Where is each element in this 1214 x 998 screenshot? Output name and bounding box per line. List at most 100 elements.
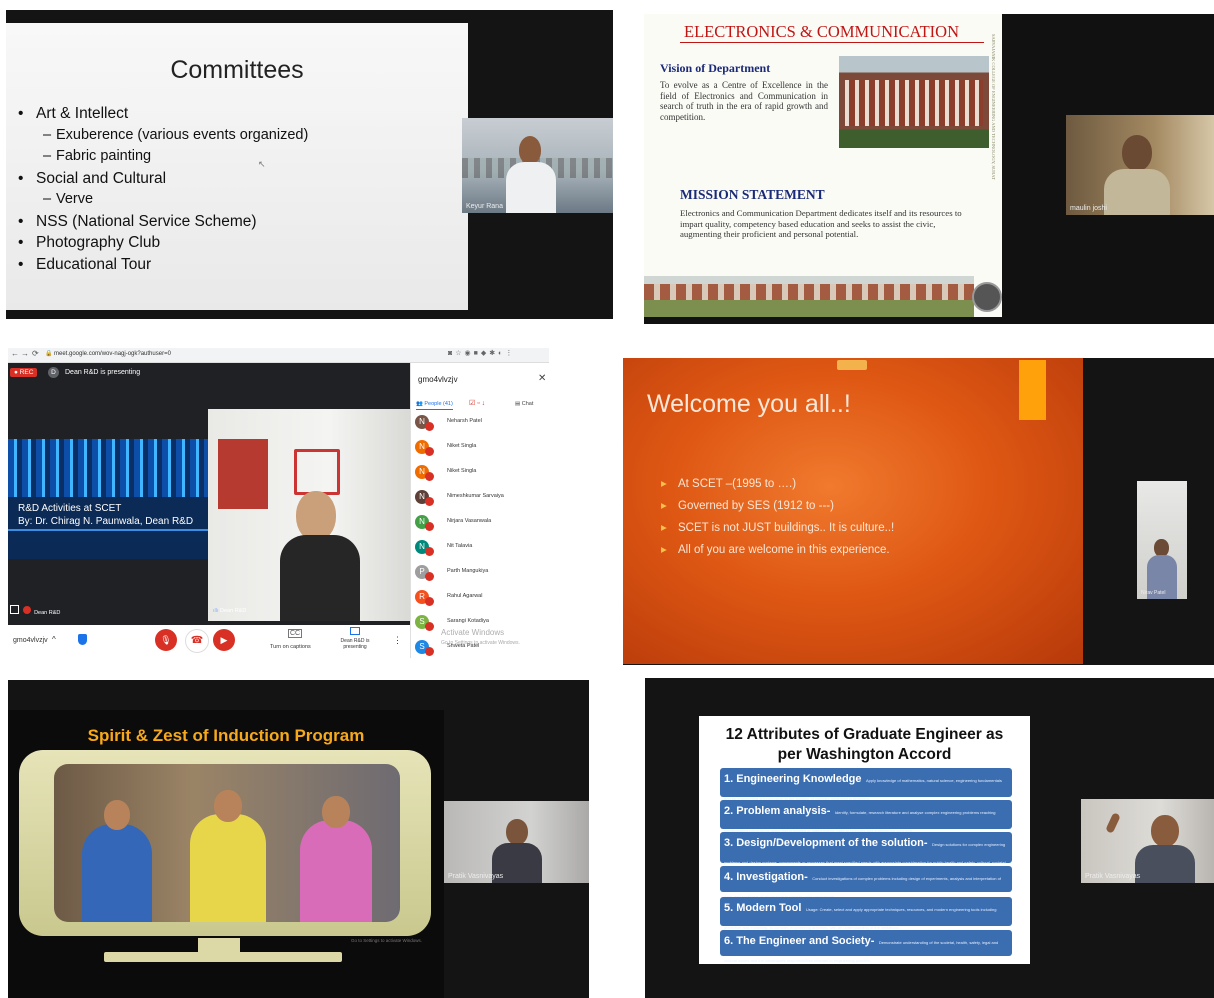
attribute-card: 2. Problem analysis- Identify, formulate… bbox=[720, 800, 1012, 833]
person-silhouette bbox=[519, 136, 541, 164]
shield-icon[interactable] bbox=[78, 634, 87, 645]
camera-off-button[interactable]: ▶ bbox=[213, 629, 235, 651]
participant-row[interactable]: P Parth Mangukiya bbox=[415, 563, 545, 587]
present-now-icon[interactable] bbox=[350, 627, 360, 635]
participant-video[interactable]: Pratik Vasnivayas bbox=[444, 801, 589, 883]
presenting-banner: Dean R&D is presenting bbox=[65, 369, 141, 376]
windows-watermark: Go to Settings to activate Windows. bbox=[351, 938, 423, 943]
participant-name: Niket Singla bbox=[447, 443, 477, 449]
movie-still-image bbox=[54, 764, 400, 922]
participant-name: Pratik Vasnivayas bbox=[1085, 873, 1141, 880]
mission-text: Electronics and Communication Department… bbox=[680, 208, 962, 239]
rec-badge: ● REC bbox=[10, 368, 38, 377]
bullet-item: SCET is not JUST buildings.. It is cultu… bbox=[678, 517, 894, 539]
browser-toolbar: ← → ⟳ 🔒 meet.google.com/wov-nagj-ogk?aut… bbox=[8, 348, 549, 363]
back-icon[interactable]: ← bbox=[11, 349, 19, 358]
mic-off-icon bbox=[22, 606, 31, 614]
participant-row[interactable]: R Rahul Agarwal bbox=[415, 588, 545, 612]
tile-left-label: Dean R&D bbox=[10, 605, 60, 616]
meeting-code[interactable]: gmo4vlvzjv bbox=[13, 637, 48, 644]
mission-heading: MISSION STATEMENT bbox=[680, 187, 825, 202]
tile-left-name: Dean R&D bbox=[34, 610, 61, 616]
mouse-cursor: ↖ bbox=[258, 159, 266, 169]
monitor-stand bbox=[198, 938, 240, 952]
slide-bullet-list: At SCET –(1995 to ….) Governed by SES (1… bbox=[678, 473, 894, 561]
mic-off-icon bbox=[425, 447, 434, 456]
screenshot-welcome: Welcome you all..! At SCET –(1995 to ….)… bbox=[623, 358, 1214, 665]
orange-accent-block bbox=[1019, 360, 1046, 420]
end-call-button[interactable]: ☎ bbox=[185, 629, 209, 653]
more-options-icon[interactable]: ⋮ bbox=[393, 635, 402, 646]
forward-icon[interactable]: → bbox=[21, 349, 29, 358]
slide-title: Committees bbox=[170, 56, 304, 84]
mic-off-icon bbox=[425, 597, 434, 606]
bullet-item: At SCET –(1995 to ….) bbox=[678, 473, 894, 495]
participant-video[interactable]: Keyur Rana bbox=[462, 118, 613, 213]
participant-row[interactable]: N Nit Talavia bbox=[415, 538, 545, 562]
bullet-item: NSS (National Service Scheme) bbox=[36, 211, 308, 233]
lock-icon: 🔒 bbox=[45, 351, 53, 357]
participant-row[interactable]: N Nirjara Vasanwala bbox=[415, 513, 545, 537]
audio-level-icon: ıllı bbox=[213, 608, 219, 614]
screenshot-attributes: 12 Attributes of Graduate Engineer as pe… bbox=[645, 678, 1214, 998]
attribute-heading: 6. The Engineer and Society- bbox=[724, 935, 875, 947]
college-building-image bbox=[839, 56, 989, 148]
monitor-base bbox=[104, 952, 342, 962]
rec-label: REC bbox=[19, 369, 34, 376]
slide-title-line2: per Washington Accord bbox=[777, 746, 952, 763]
attribute-card: 6. The Engineer and Society- Demonstrate… bbox=[720, 930, 1012, 963]
people-tab[interactable]: 👥 People (41) bbox=[416, 401, 453, 410]
chat-tab[interactable]: ▤ Chat bbox=[515, 401, 533, 407]
captions-button[interactable]: Turn on captions bbox=[270, 644, 311, 650]
participant-video[interactable]: Pratik Vasnivayas bbox=[1081, 799, 1214, 883]
college-logo bbox=[972, 282, 1002, 312]
attribute-card: 5. Modern Tool Usage: Create, select and… bbox=[720, 897, 1012, 930]
browser-extension-icons[interactable]: ◙☆◉■◆✱◐⋮ bbox=[448, 349, 515, 357]
attribute-card: 4. Investigation- Conduct investigations… bbox=[720, 866, 1012, 899]
participant-video[interactable]: Nirav Patel bbox=[1137, 481, 1187, 599]
mic-off-icon bbox=[425, 622, 434, 631]
chevron-up-icon[interactable]: ^ bbox=[52, 635, 56, 644]
presenter-avatar: D bbox=[48, 367, 59, 378]
vision-heading: Vision of Department bbox=[660, 61, 771, 75]
present-icon bbox=[10, 605, 19, 614]
participant-row[interactable]: N Niket Singla bbox=[415, 438, 545, 462]
people-tab-label: People (41) bbox=[424, 401, 453, 407]
bullet-item: Photography Club bbox=[36, 232, 308, 254]
shared-screen-tile[interactable]: R&D Activities at SCET By: Dr. Chirag N.… bbox=[8, 439, 208, 559]
bullet-item: Social and Cultural bbox=[36, 168, 308, 190]
participants-panel: gmo4vlvzjv ✕ 👥 People (41) ☑ ▫ ↓ ▤ Chat … bbox=[410, 363, 549, 658]
mic-off-icon bbox=[425, 497, 434, 506]
slide-bullet-list: Art & Intellect Exuberence (various even… bbox=[36, 103, 308, 275]
participant-name: Niket Singla bbox=[447, 468, 477, 474]
attribute-heading: 4. Investigation- bbox=[724, 871, 808, 883]
captions-icon[interactable]: CC bbox=[288, 629, 303, 638]
slide-title: Spirit & Zest of Induction Program bbox=[87, 726, 365, 745]
participant-name: Keyur Rana bbox=[466, 203, 503, 210]
sub-bullet-item: Verve bbox=[36, 189, 308, 211]
participant-name: Nit Talavia bbox=[447, 543, 473, 549]
presenter-video-tile[interactable] bbox=[208, 409, 410, 621]
mic-off-button[interactable]: 🎙 bbox=[155, 629, 177, 651]
address-bar[interactable]: meet.google.com/wov-nagj-ogk?authuser=0 bbox=[54, 351, 171, 357]
participant-row[interactable]: N Niket Singla bbox=[415, 463, 545, 487]
annotation-icons: ☑ ▫ ↓ bbox=[469, 400, 486, 407]
reload-icon[interactable]: ⟳ bbox=[32, 349, 39, 358]
presenting-button[interactable]: Dean R&D is presenting bbox=[338, 638, 372, 650]
participant-video[interactable]: maulin joshi bbox=[1066, 115, 1214, 215]
slide-title: ELECTRONICS & COMMUNICATION bbox=[684, 22, 960, 41]
participant-row[interactable]: N Neharsh Patel bbox=[415, 413, 545, 437]
participant-row[interactable]: N Nimeshkumar Sarvaiya bbox=[415, 488, 545, 512]
attribute-card: 3. Design/Development of the solution- D… bbox=[720, 832, 1012, 883]
attribute-heading: 1. Engineering Knowledge bbox=[724, 773, 862, 785]
slide-title-line1: R&D Activities at SCET bbox=[18, 503, 122, 514]
bullet-item: Art & Intellect bbox=[36, 103, 308, 125]
bullet-item: All of you are welcome in this experienc… bbox=[678, 539, 894, 561]
bullet-item: Governed by SES (1912 to ---) bbox=[678, 495, 894, 517]
chat-tab-label: Chat bbox=[521, 401, 534, 407]
attribute-heading: 5. Modern Tool bbox=[724, 902, 802, 914]
participant-name: Neharsh Patel bbox=[447, 418, 482, 424]
close-icon[interactable]: ✕ bbox=[538, 373, 546, 384]
attribute-heading: 2. Problem analysis- bbox=[724, 805, 831, 817]
meet-control-bar: gmo4vlvzjv ^ 🎙 ☎ ▶ CC Turn on captions D… bbox=[8, 625, 410, 658]
